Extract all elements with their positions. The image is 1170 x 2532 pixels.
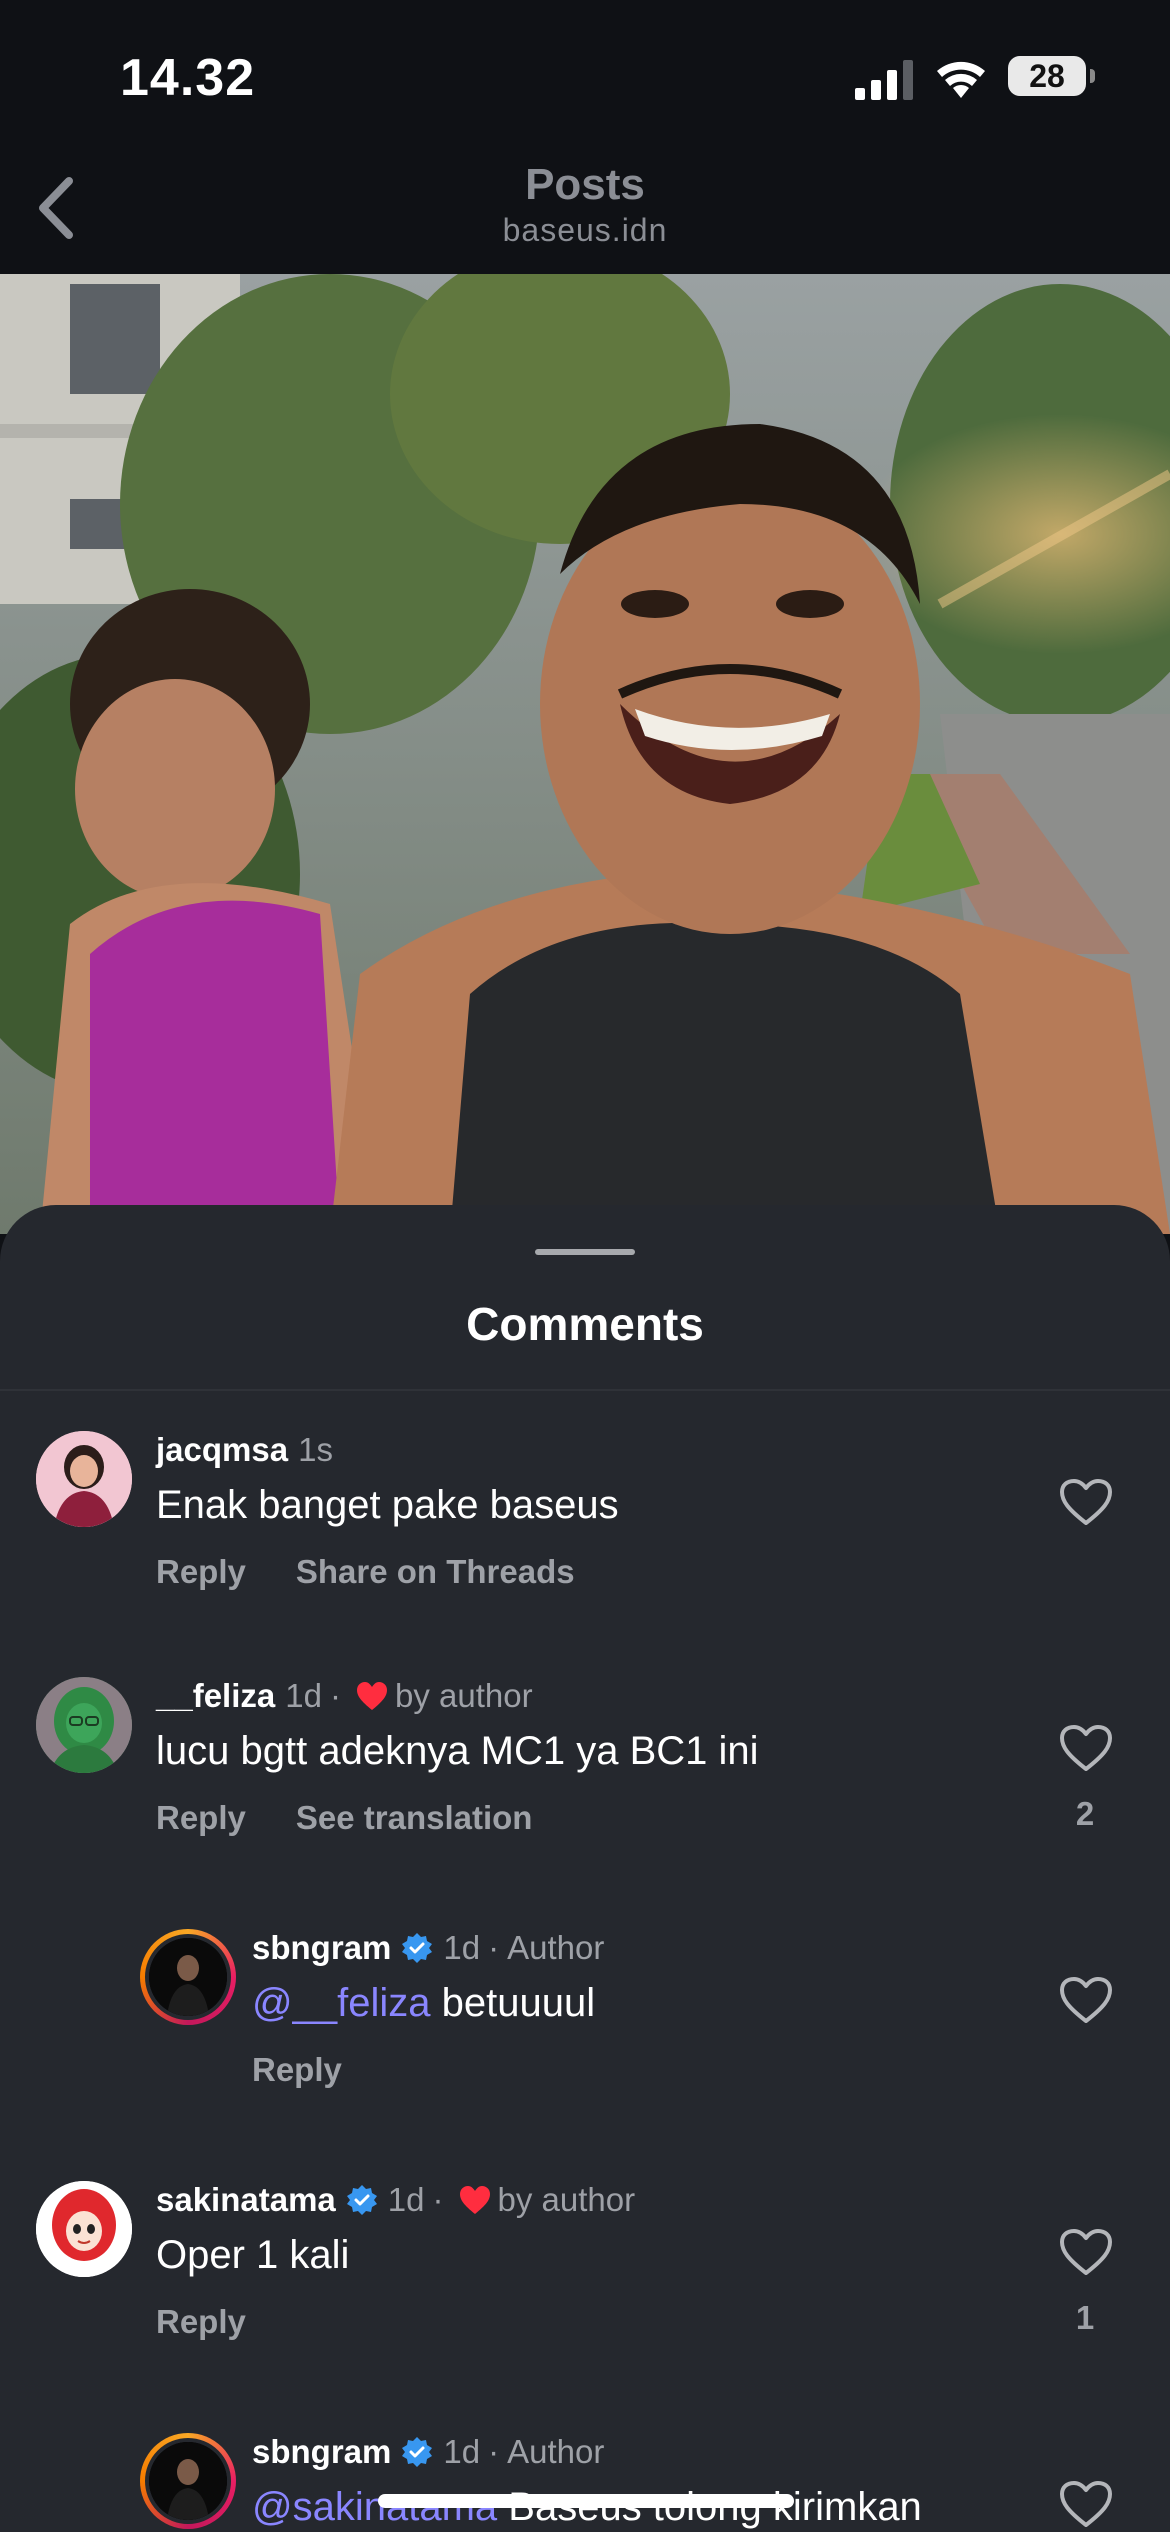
avatar-image <box>36 1677 132 1773</box>
heart-outline-icon[interactable] <box>1058 1723 1114 1773</box>
sheet-drag-handle[interactable] <box>535 1249 635 1255</box>
verified-badge-icon <box>346 2185 377 2215</box>
avatar-image <box>145 1934 231 2020</box>
heart-filled-icon <box>459 2186 490 2214</box>
separator-dot: · <box>329 1677 341 1714</box>
separator-dot: · <box>432 2181 444 2218</box>
wifi-icon <box>937 61 985 98</box>
post-photo[interactable] <box>0 274 1170 1234</box>
comment-actions: Reply <box>252 2051 342 2089</box>
avatar-image <box>36 1431 132 1527</box>
liked-by-author-label: by author <box>394 1677 533 1714</box>
heart-outline-icon[interactable] <box>1058 2479 1114 2529</box>
heart-outline-icon[interactable] <box>1058 1477 1114 1527</box>
comment-text: @__feliza betuuuul <box>252 1981 595 2026</box>
comments-sheet: Comments jacqmsa 1s Enak banget pake bas… <box>0 1205 1170 2532</box>
posts-header: Posts baseus.idn <box>0 150 1170 274</box>
avatar[interactable] <box>36 1677 132 1773</box>
separator-dot: · <box>488 1929 500 1966</box>
reply-button[interactable]: Reply <box>252 2051 342 2089</box>
comment-time: 1d <box>443 1929 481 1966</box>
heart-filled-icon <box>356 1682 387 1710</box>
comment-meta: sbngram 1d · Author <box>252 2433 604 2471</box>
verified-badge-icon <box>402 2437 433 2467</box>
battery-indicator: 28 <box>1008 56 1095 96</box>
comment-username[interactable]: sakinatama <box>156 2181 336 2219</box>
comment-time: 1s <box>298 1431 333 1468</box>
reply-button[interactable]: Reply <box>156 1553 246 1591</box>
heart-outline-icon[interactable] <box>1058 2227 1114 2277</box>
comment-body: betuuuul <box>430 1981 596 2025</box>
page-title: Posts <box>525 160 645 209</box>
comment-meta: jacqmsa 1s <box>156 1431 333 1469</box>
comment-username[interactable]: sbngram <box>252 1929 391 1967</box>
heart-outline-icon[interactable] <box>1058 1975 1114 2025</box>
comment-meta: sbngram 1d · Author <box>252 1929 604 1967</box>
reply-button[interactable]: Reply <box>156 1799 246 1837</box>
liked-by-author-label: by author <box>497 2181 636 2218</box>
comment-time: 1d <box>285 1677 322 1714</box>
home-indicator[interactable] <box>378 2494 794 2508</box>
verified-badge-icon <box>402 1933 433 1963</box>
comment-username[interactable]: __feliza <box>156 1677 275 1715</box>
share-on-threads-button[interactable]: Share on Threads <box>296 1553 575 1591</box>
like-count[interactable]: 2 <box>1060 1795 1110 1833</box>
see-translation-button[interactable]: See translation <box>296 1799 533 1837</box>
author-label: Author <box>507 2433 605 2470</box>
comment-text: Oper 1 kali <box>156 2233 350 2277</box>
comment-text: lucu bgtt adeknya MC1 ya BC1 ini <box>156 1729 759 1773</box>
comment-meta: __feliza 1d · by author <box>156 1677 533 1715</box>
separator-dot: · <box>488 2433 500 2470</box>
comment-meta: sakinatama 1d · by author <box>156 2181 635 2219</box>
comment-username[interactable]: sbngram <box>252 2433 391 2471</box>
author-label: Author <box>507 1929 605 1966</box>
comment-time: 1d <box>443 2433 481 2470</box>
avatar[interactable] <box>36 2181 132 2277</box>
like-count[interactable]: 1 <box>1060 2299 1110 2337</box>
comment-text: Enak banget pake baseus <box>156 1483 619 1527</box>
avatar[interactable] <box>140 1929 236 2025</box>
avatar[interactable] <box>36 1431 132 1527</box>
comment-time: 1d <box>387 2181 425 2218</box>
account-name: baseus.idn <box>502 212 668 248</box>
comment-username[interactable]: jacqmsa <box>156 1431 288 1469</box>
comments-title: Comments <box>466 1298 704 1350</box>
divider <box>0 1389 1170 1391</box>
comment-actions: Reply <box>156 2303 246 2341</box>
post-photo-illustration <box>0 274 1170 1234</box>
reply-button[interactable]: Reply <box>156 2303 246 2341</box>
mention-link[interactable]: @__feliza <box>252 1981 430 2025</box>
avatar[interactable] <box>140 2433 236 2529</box>
avatar-image <box>145 2438 231 2524</box>
avatar-image <box>36 2181 132 2277</box>
comment-actions: Reply See translation <box>156 1799 532 1837</box>
status-time: 14.32 <box>120 49 256 107</box>
cellular-signal-icon <box>855 60 913 100</box>
comment-actions: Reply Share on Threads <box>156 1553 575 1591</box>
status-bar: 14.32 28 <box>0 0 1170 150</box>
